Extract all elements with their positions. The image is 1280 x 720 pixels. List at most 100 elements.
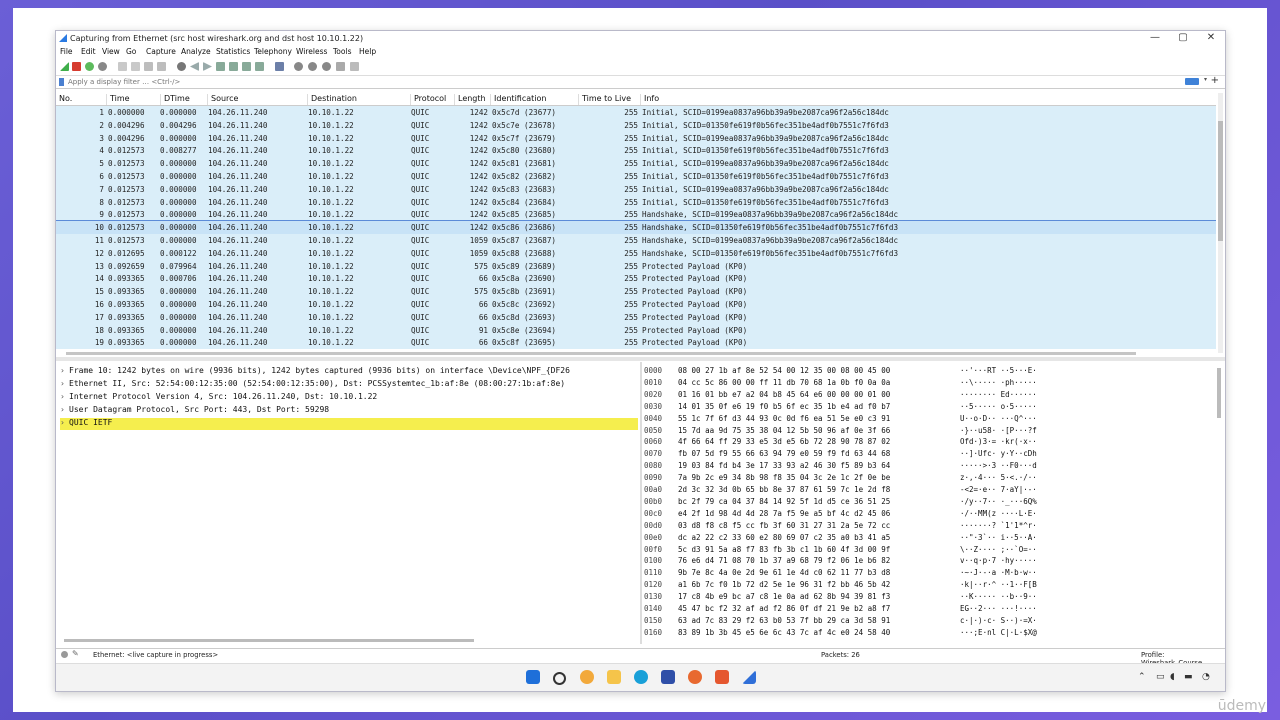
- pane-splitter[interactable]: [56, 357, 1225, 361]
- hex-row[interactable]: 0060 4f 66 64 ff 29 33 e5 3d e5 6b 72 28 …: [644, 437, 1037, 449]
- stop-capture-icon[interactable]: [72, 62, 81, 71]
- layout-icon[interactable]: [350, 62, 359, 71]
- table-row[interactable]: 11 0.012573 0.000000 104.26.11.240 10.10.1.2…: [56, 234, 1216, 247]
- column-destination[interactable]: Destination: [307, 94, 357, 105]
- menu-help[interactable]: Help: [359, 47, 376, 56]
- menu-analyze[interactable]: Analyze: [181, 47, 211, 56]
- colorize-icon[interactable]: [275, 62, 284, 71]
- menu-capture[interactable]: Capture: [146, 47, 176, 56]
- column-protocol[interactable]: Protocol: [410, 94, 446, 105]
- table-row[interactable]: 15 0.093365 0.000000 104.26.11.240 10.10.1.2…: [56, 285, 1216, 298]
- hex-row[interactable]: 0130 17 c8 4b e9 bc a7 c8 1e 0a ad 62 8b …: [644, 592, 1037, 604]
- go-forward-icon[interactable]: [203, 62, 212, 71]
- packet-list-hscrollbar[interactable]: [66, 352, 1136, 355]
- brave-icon[interactable]: [715, 670, 729, 684]
- reload-file-icon[interactable]: [157, 62, 166, 71]
- first-packet-icon[interactable]: [229, 62, 238, 71]
- hex-row[interactable]: 0160 83 89 1b 3b 45 e5 6e 6c 43 7c af 4c …: [644, 628, 1037, 640]
- bytes-scrollbar[interactable]: [1217, 368, 1221, 418]
- table-row[interactable]: 4 0.012573 0.008277 104.26.11.240 10.10.1.22…: [56, 144, 1216, 158]
- open-file-icon[interactable]: [118, 62, 127, 71]
- go-back-icon[interactable]: [190, 62, 199, 71]
- hex-row[interactable]: 0050 15 7d aa 9d 75 35 38 04 12 5b 50 96 …: [644, 426, 1037, 438]
- column-ttl[interactable]: Time to Live: [578, 94, 631, 105]
- resize-columns-icon[interactable]: [336, 62, 345, 71]
- table-row[interactable]: 18 0.093365 0.000000 104.26.11.240 10.10.1.2…: [56, 323, 1216, 337]
- column-identification[interactable]: Identification: [490, 94, 546, 105]
- menu-telephony[interactable]: Telephony: [254, 47, 292, 56]
- restart-capture-icon[interactable]: [85, 62, 94, 71]
- capture-options-icon[interactable]: [98, 62, 107, 71]
- details-hscrollbar[interactable]: [64, 639, 474, 642]
- hex-row[interactable]: 0110 9b 7e 8c 4a 0e 2d 9e 61 1e 4d c0 62 …: [644, 568, 1037, 580]
- table-row[interactable]: 10 0.012573 0.000000 104.26.11.240 10.10.1.2…: [56, 220, 1216, 235]
- display-filter-input[interactable]: [68, 77, 1168, 86]
- column-no[interactable]: No.: [56, 94, 72, 105]
- file-explorer-icon[interactable]: [607, 670, 621, 684]
- detail-tree-item[interactable]: › Ethernet II, Src: 52:54:00:12:35:00 (52…: [60, 379, 638, 391]
- hex-row[interactable]: 0090 7a 9b 2c e9 34 8b 98 f8 35 04 3c 2e …: [644, 473, 1037, 485]
- packet-bytes-pane[interactable]: 0000 08 00 27 1b af 8e 52 54 00 12 35 00 …: [644, 366, 1214, 646]
- hex-row[interactable]: 00c0 e4 2f 1d 98 4d 4d 28 7a f5 9e a5 bf …: [644, 509, 1037, 521]
- table-row[interactable]: 14 0.093365 0.000706 104.26.11.240 10.10.1.2…: [56, 272, 1216, 286]
- close-file-icon[interactable]: [144, 62, 153, 71]
- firefox-icon[interactable]: [688, 670, 702, 684]
- hex-row[interactable]: 0070 fb 07 5d f9 55 66 63 94 79 e0 59 f9 …: [644, 449, 1037, 461]
- table-row[interactable]: 16 0.093365 0.000000 104.26.11.240 10.10.1.2…: [56, 298, 1216, 311]
- hex-row[interactable]: 0020 01 16 01 bb e7 a2 04 b8 45 64 e6 00 …: [644, 390, 1037, 402]
- start-capture-icon[interactable]: [60, 62, 69, 71]
- zoom-in-icon[interactable]: [294, 62, 303, 71]
- expand-chevron-icon[interactable]: ›: [60, 379, 69, 388]
- store-icon[interactable]: [661, 670, 675, 684]
- column-dtime[interactable]: DTime: [160, 94, 190, 105]
- packet-list-scrollbar[interactable]: [1218, 93, 1223, 353]
- packet-list[interactable]: 1 0.000000 0.000000 104.26.11.240 10.10.1.22…: [56, 106, 1216, 351]
- table-row[interactable]: 1 0.000000 0.000000 104.26.11.240 10.10.1.22…: [56, 106, 1216, 119]
- autoscroll-icon[interactable]: [255, 62, 264, 71]
- column-time[interactable]: Time: [106, 94, 130, 105]
- menu-go[interactable]: Go: [126, 47, 136, 56]
- hex-row[interactable]: 0040 55 1c 7f 6f d3 44 93 0c 0d f6 ea 51 …: [644, 414, 1037, 426]
- menu-file[interactable]: File: [60, 47, 73, 56]
- filter-dropdown-icon[interactable]: ▾: [1204, 76, 1207, 83]
- add-filter-button-icon[interactable]: +: [1211, 75, 1219, 86]
- menu-view[interactable]: View: [102, 47, 120, 56]
- detail-tree-item[interactable]: › Internet Protocol Version 4, Src: 104.2…: [60, 392, 638, 404]
- expand-chevron-icon[interactable]: ›: [60, 366, 69, 375]
- network-icon[interactable]: ▭: [1156, 672, 1165, 682]
- table-row[interactable]: 12 0.012695 0.000122 104.26.11.240 10.10.1.2…: [56, 246, 1216, 260]
- go-to-packet-icon[interactable]: [216, 62, 225, 71]
- search-icon[interactable]: [553, 672, 566, 685]
- expand-chevron-icon[interactable]: ›: [60, 418, 69, 427]
- hex-row[interactable]: 00f0 5c d3 91 5a a8 f7 83 fb 3b c1 1b 60 …: [644, 545, 1037, 557]
- table-row[interactable]: 8 0.012573 0.000000 104.26.11.240 10.10.1.22…: [56, 195, 1216, 209]
- hex-row[interactable]: 0140 45 47 bc f2 32 af ad f2 86 0f df 21 …: [644, 604, 1037, 616]
- zoom-out-icon[interactable]: [308, 62, 317, 71]
- find-packet-icon[interactable]: [177, 62, 186, 71]
- hex-row[interactable]: 00d0 03 d8 f8 c8 f5 cc fb 3f 60 31 27 31 …: [644, 521, 1037, 533]
- expert-info-icon[interactable]: [61, 651, 68, 658]
- start-menu-icon[interactable]: [526, 670, 540, 684]
- last-packet-icon[interactable]: [242, 62, 251, 71]
- table-row[interactable]: 2 0.004296 0.004296 104.26.11.240 10.10.1.22…: [56, 118, 1216, 132]
- hex-row[interactable]: 0120 a1 6b 7c f0 1b 72 d2 5e 1e 96 31 f2 …: [644, 580, 1037, 592]
- table-row[interactable]: 3 0.004296 0.000000 104.26.11.240 10.10.1.22…: [56, 131, 1216, 145]
- hex-row[interactable]: 00e0 dc a2 22 c2 33 60 e2 80 69 07 c2 35 …: [644, 533, 1037, 545]
- apply-filter-arrow-icon[interactable]: [1185, 78, 1199, 85]
- hex-row[interactable]: 0000 08 00 27 1b af 8e 52 54 00 12 35 00 …: [644, 366, 1037, 378]
- notification-bell-icon[interactable]: ◔: [1202, 672, 1210, 682]
- volume-icon[interactable]: ◖: [1170, 672, 1175, 682]
- detail-tree-item[interactable]: › Frame 10: 1242 bytes on wire (9936 bits…: [60, 366, 638, 378]
- hex-row[interactable]: 0010 04 cc 5c 86 00 00 ff 11 db 70 68 1a …: [644, 378, 1037, 390]
- expand-chevron-icon[interactable]: ›: [60, 405, 69, 414]
- hex-row[interactable]: 0030 14 01 35 0f e6 19 f0 b5 6f ec 35 1b …: [644, 402, 1037, 414]
- pane-vertical-splitter[interactable]: [640, 362, 642, 644]
- hex-row[interactable]: 0150 63 ad 7c 83 29 f2 63 b0 53 7f bb 29 …: [644, 616, 1037, 628]
- column-source[interactable]: Source: [207, 94, 238, 105]
- table-row[interactable]: 13 0.092659 0.079964 104.26.11.240 10.10.1.2…: [56, 259, 1216, 273]
- table-row[interactable]: 9 0.012573 0.000000 104.26.11.240 10.10.1.22…: [56, 208, 1216, 222]
- copilot-icon[interactable]: [580, 670, 594, 684]
- scrollbar-thumb[interactable]: [1218, 121, 1223, 241]
- close-button[interactable]: ✕: [1197, 31, 1225, 45]
- column-info[interactable]: Info: [640, 94, 659, 105]
